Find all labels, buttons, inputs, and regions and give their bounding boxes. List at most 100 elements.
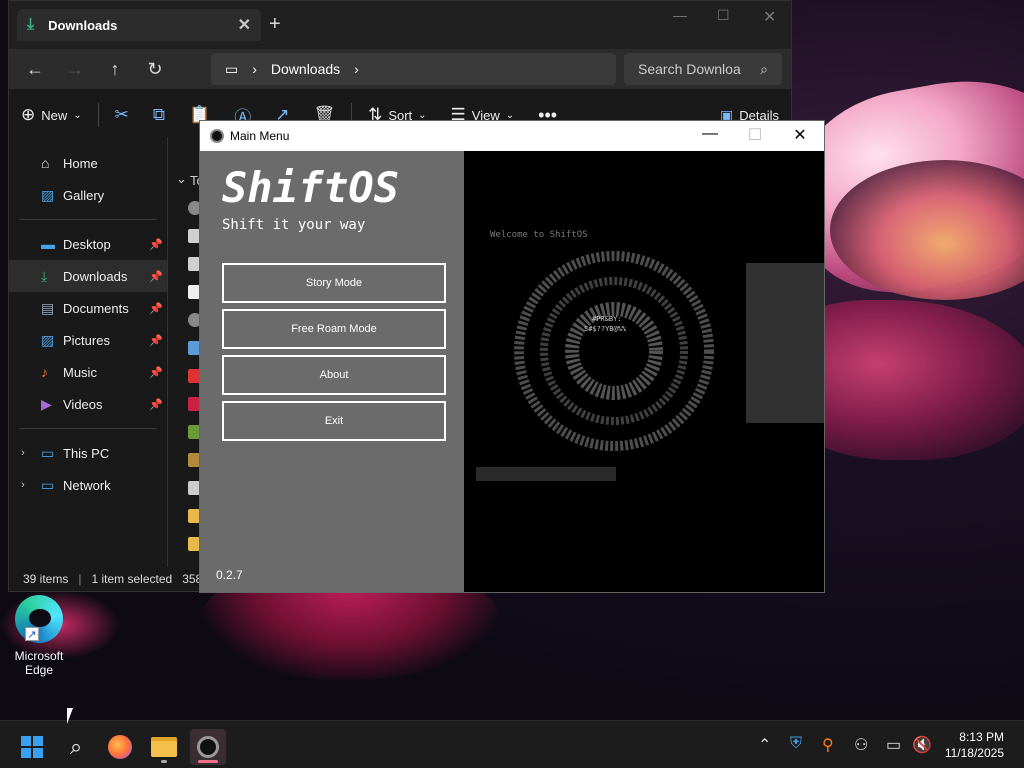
- ascii-block-shape: [746, 263, 824, 423]
- sidebar-item-label: Home: [63, 155, 98, 171]
- story-mode-button[interactable]: Story Mode: [222, 263, 446, 303]
- up-icon[interactable]: ↑: [95, 59, 135, 80]
- sidebar-item-label: This PC: [63, 445, 110, 461]
- pin-icon[interactable]: 📌: [149, 270, 163, 283]
- computer-icon: ▭: [225, 60, 239, 77]
- shiftos-menu-panel: ShiftOS Shift it your way Story Mode Fre…: [200, 151, 464, 592]
- window-title: Main Menu: [230, 129, 290, 143]
- tray-network-people-icon[interactable]: ⚇: [854, 735, 868, 755]
- desktop-icon-label: Microsoft Edge: [14, 649, 64, 677]
- cut-button[interactable]: ✂: [103, 105, 141, 125]
- shiftos-main-menu-window: Main Menu — ☐ ✕ ShiftOS Shift it your wa…: [199, 120, 825, 593]
- taskbar-firefox[interactable]: [102, 729, 138, 765]
- chevron-right-icon[interactable]: ›: [21, 479, 25, 491]
- chevron-right-icon[interactable]: ›: [21, 447, 25, 459]
- copy-button[interactable]: ⧉: [141, 105, 177, 125]
- pictures-icon: ▨: [41, 331, 55, 348]
- tray-app-icon[interactable]: ⚲: [822, 735, 834, 755]
- security-shield-icon[interactable]: ⛨: [790, 735, 802, 753]
- tab-downloads[interactable]: ⤓ Downloads ✕: [17, 9, 261, 41]
- cut-icon: ✂: [114, 105, 129, 124]
- display-icon[interactable]: ▭: [886, 735, 901, 755]
- sidebar-item-gallery[interactable]: ▨ Gallery: [9, 179, 167, 211]
- sidebar-item-label: Desktop: [63, 236, 111, 252]
- about-button[interactable]: About: [222, 355, 446, 395]
- sidebar-item-label: Gallery: [63, 187, 105, 203]
- back-icon[interactable]: ←: [15, 59, 55, 80]
- maximize-icon[interactable]: ☐: [717, 7, 730, 24]
- copy-icon: ⧉: [152, 105, 166, 124]
- exit-button[interactable]: Exit: [222, 401, 446, 441]
- system-clock[interactable]: 8:13 PM 11/18/2025: [945, 729, 1004, 761]
- home-icon: ⌂: [41, 155, 50, 171]
- ascii-art-logo: Welcome to ShiftOS #PR&BY: S#$??YB@%%: [476, 230, 824, 481]
- selection-count: 1 item selected: [91, 572, 173, 586]
- music-icon: ♪: [41, 364, 48, 380]
- breadcrumb-chevron-icon: ›: [252, 61, 257, 77]
- show-hidden-icons-chevron-icon[interactable]: ⌃: [758, 735, 771, 755]
- active-indicator: [198, 760, 218, 763]
- download-icon: ⤓: [41, 267, 48, 284]
- close-tab-icon[interactable]: ✕: [238, 15, 251, 35]
- pin-icon[interactable]: 📌: [149, 238, 163, 251]
- breadcrumb-downloads[interactable]: Downloads: [271, 61, 340, 77]
- shiftos-icon: [210, 129, 224, 143]
- taskbar-shiftos[interactable]: [190, 729, 226, 765]
- pin-icon[interactable]: 📌: [149, 366, 163, 379]
- explorer-titlebar: ⤓ Downloads ✕ + — ☐ ✕: [9, 1, 791, 49]
- pc-icon: ▭: [41, 444, 55, 461]
- sidebar-item-label: Downloads: [63, 268, 128, 284]
- sidebar-item-this-pc[interactable]: › ▭ This PC: [9, 437, 167, 469]
- gallery-icon: ▨: [41, 186, 55, 203]
- sidebar-item-pictures[interactable]: ▨ Pictures 📌: [9, 324, 167, 356]
- shiftos-logo: ShiftOS: [222, 163, 400, 212]
- navigation-pane: ⌂ Home ▨ Gallery ▬ Desktop 📌 ⤓ Downloads…: [9, 137, 167, 567]
- sidebar-item-downloads[interactable]: ⤓ Downloads 📌: [9, 260, 167, 292]
- start-icon: [21, 736, 43, 758]
- new-button-label: New: [41, 107, 68, 123]
- search-input[interactable]: Search Downloa ⌕: [624, 53, 782, 85]
- running-indicator: [161, 760, 167, 763]
- search-placeholder: Search Downloa: [638, 61, 741, 77]
- sidebar-item-music[interactable]: ♪ Music 📌: [9, 356, 167, 388]
- clock-date: 11/18/2025: [944, 746, 1004, 760]
- item-count: 39 items: [23, 572, 69, 586]
- clock-time: 8:13 PM: [959, 730, 1004, 744]
- tab-title: Downloads: [48, 17, 118, 33]
- shortcut-arrow-icon: ↗: [25, 627, 39, 641]
- shiftos-tagline: Shift it your way: [222, 217, 366, 233]
- free-roam-mode-button[interactable]: Free Roam Mode: [222, 309, 446, 349]
- divider: [19, 219, 157, 220]
- pin-icon[interactable]: 📌: [149, 302, 163, 315]
- status-separator: |: [78, 572, 82, 586]
- sidebar-item-network[interactable]: › ▭ Network: [9, 469, 167, 501]
- pin-icon[interactable]: 📌: [149, 334, 163, 347]
- plus-circle-icon: ⊕: [21, 105, 36, 124]
- close-window-icon[interactable]: ✕: [778, 125, 822, 145]
- sidebar-item-documents[interactable]: ▤ Documents 📌: [9, 292, 167, 324]
- start-button[interactable]: [14, 729, 50, 765]
- pin-icon[interactable]: 📌: [149, 398, 163, 411]
- sidebar-item-videos[interactable]: ▶ Videos 📌: [9, 388, 167, 420]
- sidebar-item-desktop[interactable]: ▬ Desktop 📌: [9, 228, 167, 260]
- explorer-navbar: ← → ↑ ↻ ▭ › Downloads › Search Downloa ⌕: [9, 49, 791, 89]
- desktop-icon-edge[interactable]: ↗ Microsoft Edge: [6, 595, 72, 677]
- new-button[interactable]: ⊕ New ⌄: [9, 105, 94, 125]
- address-bar[interactable]: ▭ › Downloads ›: [211, 53, 616, 85]
- taskbar-file-explorer[interactable]: [146, 729, 182, 765]
- close-window-icon[interactable]: ✕: [763, 7, 776, 27]
- minimize-icon[interactable]: —: [673, 7, 687, 23]
- sidebar-item-home[interactable]: ⌂ Home: [9, 147, 167, 179]
- forward-icon[interactable]: →: [55, 59, 95, 80]
- group-chevron-icon[interactable]: ⌄: [176, 171, 187, 187]
- edge-icon: ↗: [15, 595, 63, 643]
- shiftos-titlebar[interactable]: Main Menu — ☐ ✕: [200, 121, 824, 151]
- maximize-icon[interactable]: ☐: [733, 125, 777, 145]
- refresh-icon[interactable]: ↻: [135, 59, 175, 80]
- chevron-down-icon: ⌄: [73, 109, 82, 121]
- volume-muted-icon[interactable]: 🔇: [912, 735, 932, 755]
- chevron-down-icon: ⌄: [418, 109, 427, 121]
- new-tab-button[interactable]: +: [269, 13, 281, 36]
- minimize-icon[interactable]: —: [688, 125, 732, 143]
- taskbar-search-button[interactable]: ⌕: [58, 729, 94, 765]
